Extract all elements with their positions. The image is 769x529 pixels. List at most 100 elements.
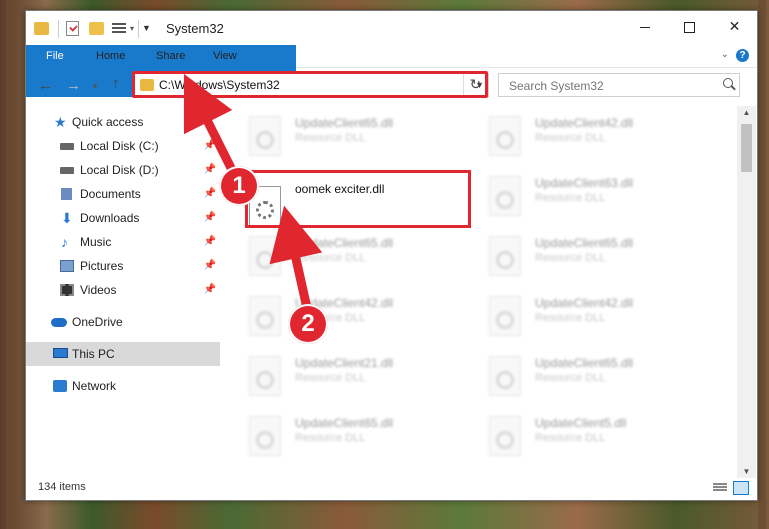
tab-view[interactable]: View (199, 45, 251, 67)
list-item[interactable]: UpdateClient42.dll Resource DLL (461, 290, 691, 342)
file-type: Resource DLL (535, 192, 606, 204)
dll-file-icon (249, 236, 281, 276)
pin-icon[interactable]: 📌 (204, 278, 216, 302)
list-item[interactable]: UpdateClient65.dll Resource DLL (461, 350, 691, 402)
up-arrow-icon[interactable]: ↑ (112, 75, 120, 92)
film-strip-icon (60, 284, 74, 296)
ribbon: File Home Share View ⌄ ? (26, 45, 757, 97)
sidebar-item-onedrive[interactable]: OneDrive (26, 310, 220, 334)
new-folder-icon[interactable] (89, 22, 104, 35)
maximize-button[interactable] (667, 11, 712, 41)
network-icon (53, 380, 67, 392)
sidebar-item-label: Downloads (80, 211, 140, 225)
file-type: Resource DLL (535, 372, 606, 384)
dll-file-icon (489, 176, 521, 216)
dll-file-icon (489, 296, 521, 336)
maximize-icon (684, 21, 695, 33)
sidebar-item-music[interactable]: ♪ Music 📌 (26, 230, 220, 254)
item-count: 134 items (38, 481, 86, 493)
back-arrow-icon[interactable]: ← (38, 77, 53, 94)
sidebar-item-videos[interactable]: Videos 📌 (26, 278, 220, 302)
list-item[interactable]: UpdateClient42.dll Resource DLL (461, 110, 691, 162)
title-bar: ▾ ▼ System32 ✕ (26, 11, 757, 45)
dll-file-icon (249, 416, 281, 456)
scroll-thumb[interactable] (741, 124, 752, 172)
minimize-button[interactable] (622, 11, 667, 41)
window-title: System32 (166, 21, 224, 36)
sidebar-item-local-disk-c[interactable]: Local Disk (C:) 📌 (26, 134, 220, 158)
list-item[interactable]: UpdateClient65.dll Resource DLL (461, 230, 691, 282)
background-trunk (6, 0, 16, 529)
sidebar-item-label: Local Disk (C:) (80, 139, 159, 153)
sidebar-item-this-pc[interactable]: This PC (26, 342, 220, 366)
navigation-pane: ★ Quick access Local Disk (C:) 📌 Local D… (26, 106, 220, 472)
sidebar-item-label: Network (72, 379, 117, 393)
close-button[interactable]: ✕ (712, 11, 757, 41)
sidebar-item-label: Videos (80, 283, 117, 297)
dll-file-icon (489, 236, 521, 276)
tab-share[interactable]: Share (142, 45, 199, 67)
dll-file-icon (249, 116, 281, 156)
sidebar-item-local-disk-d[interactable]: Local Disk (D:) 📌 (26, 158, 220, 182)
expand-ribbon-icon[interactable]: ⌄ (721, 49, 729, 60)
file-name: UpdateClient42.dll (535, 296, 634, 310)
background-trunk (758, 0, 766, 529)
toolbar-divider (58, 20, 59, 38)
music-note-icon: ♪ (61, 234, 68, 250)
download-arrow-icon: ⬇ (61, 210, 73, 226)
pin-icon[interactable]: 📌 (204, 206, 216, 230)
scroll-down-icon[interactable]: ▼ (737, 467, 756, 476)
sidebar-item-documents[interactable]: Documents 📌 (26, 182, 220, 206)
tab-home[interactable]: Home (82, 45, 139, 67)
properties-icon[interactable] (66, 21, 79, 36)
drive-icon (60, 167, 74, 174)
customize-toolbar-icon[interactable]: ▼ (142, 23, 151, 39)
sidebar-item-quick-access[interactable]: ★ Quick access (26, 110, 220, 134)
scroll-up-icon[interactable]: ▲ (737, 108, 756, 117)
search-icon[interactable] (723, 78, 733, 88)
caret-down-icon[interactable]: ▾ (130, 24, 134, 40)
pin-icon[interactable]: 📌 (204, 158, 216, 182)
file-name: UpdateClient65.dll (295, 416, 394, 430)
list-item[interactable]: UpdateClient42.dll Resource DLL (221, 290, 451, 342)
list-item[interactable]: UpdateClient21.dll Resource DLL (221, 350, 451, 402)
list-item[interactable]: UpdateClient65.dll Resource DLL (221, 230, 451, 282)
file-name: UpdateClient65.dll (535, 356, 634, 370)
search-box[interactable] (498, 73, 740, 97)
file-type: Resource DLL (295, 132, 366, 144)
list-item[interactable]: UpdateClient65.dll Resource DLL (221, 110, 451, 162)
pin-icon[interactable]: 📌 (204, 254, 216, 278)
pin-icon[interactable]: 📌 (204, 182, 216, 206)
sidebar-item-label: OneDrive (72, 315, 123, 329)
file-name: UpdateClient65.dll (295, 116, 394, 130)
step-badge-1: 1 (219, 166, 259, 206)
sidebar-item-label: Music (80, 235, 112, 249)
list-item[interactable]: UpdateClient63.dll Resource DLL (461, 170, 691, 222)
sidebar-item-pictures[interactable]: Pictures 📌 (26, 254, 220, 278)
details-view-icon[interactable] (713, 482, 727, 494)
vertical-scrollbar[interactable]: ▲ ▼ (737, 106, 756, 478)
list-item[interactable]: UpdateClient65.dll Resource DLL (221, 410, 451, 462)
step-badge-2: 2 (288, 304, 328, 344)
folder-icon (34, 22, 49, 35)
recent-locations-icon[interactable]: ▾ (93, 81, 98, 92)
file-name: UpdateClient5.dll (535, 416, 627, 430)
file-type: Resource DLL (535, 132, 606, 144)
file-type: Resource DLL (295, 432, 366, 444)
view-list-icon[interactable] (112, 21, 126, 35)
dll-file-icon (489, 356, 521, 396)
file-type: Resource DLL (295, 252, 366, 264)
file-highlight (245, 170, 471, 228)
sidebar-item-network[interactable]: Network (26, 374, 220, 398)
file-name: UpdateClient65.dll (295, 236, 394, 250)
forward-arrow-icon[interactable]: → (66, 77, 81, 94)
pictures-icon (60, 260, 74, 272)
pin-icon[interactable]: 📌 (204, 134, 216, 158)
search-input[interactable] (507, 75, 711, 97)
help-icon[interactable]: ? (736, 49, 749, 62)
pin-icon[interactable]: 📌 (204, 230, 216, 254)
sidebar-item-downloads[interactable]: ⬇ Downloads 📌 (26, 206, 220, 230)
large-icons-view-icon[interactable] (733, 481, 749, 495)
dll-file-icon (489, 416, 521, 456)
list-item[interactable]: UpdateClient5.dll Resource DLL (461, 410, 691, 462)
